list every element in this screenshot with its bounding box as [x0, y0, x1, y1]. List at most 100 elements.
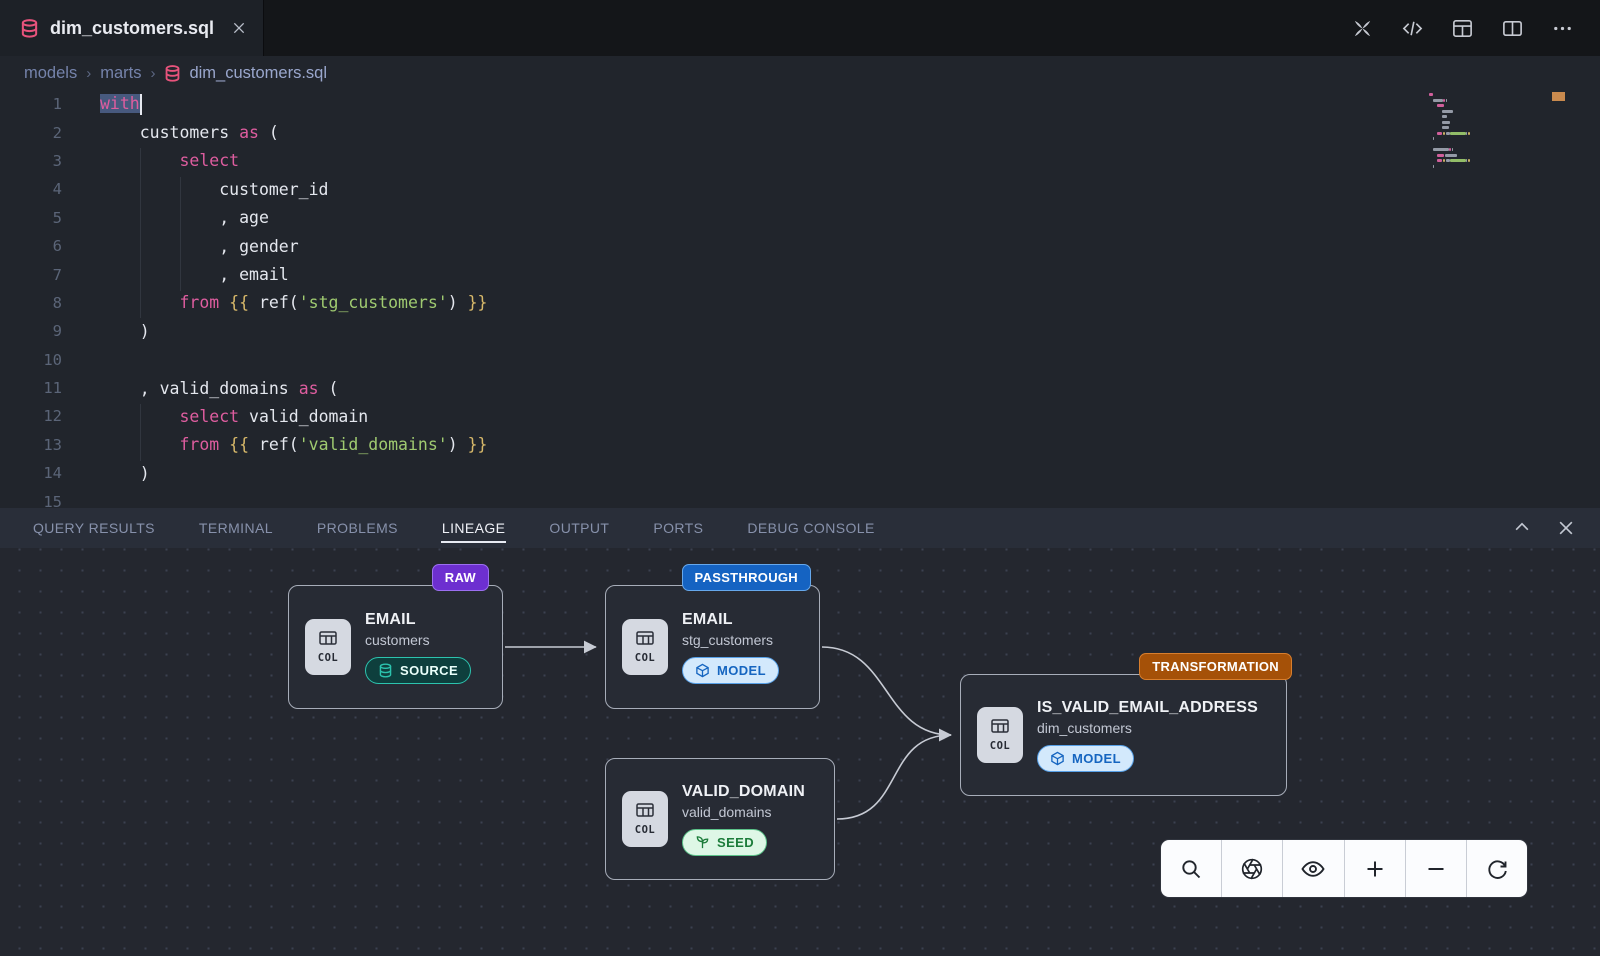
- code-line[interactable]: , valid_domains as (: [100, 379, 338, 398]
- breadcrumb-item-marts[interactable]: marts: [100, 64, 141, 83]
- node-model-name: dim_customers: [1037, 720, 1132, 736]
- editor-line[interactable]: 3 select: [0, 147, 1600, 175]
- editor-line[interactable]: 6 , gender: [0, 232, 1600, 260]
- lineage-zoom-toolbar: [1161, 840, 1527, 897]
- database-icon: [164, 65, 181, 82]
- panel-tab-debug-console[interactable]: DEBUG CONSOLE: [747, 520, 874, 536]
- lineage-node-dim_customers[interactable]: COLIS_VALID_EMAIL_ADDRESSdim_customersMO…: [960, 674, 1287, 796]
- badge-label: MODEL: [717, 663, 766, 678]
- editor-line[interactable]: 15: [0, 487, 1600, 508]
- lineage-node-stg_customers[interactable]: COLEMAILstg_customersMODELPASSTHROUGH: [605, 585, 820, 709]
- column-chip: COL: [305, 619, 351, 675]
- code-icon[interactable]: [1401, 17, 1424, 40]
- code-line[interactable]: from {{ ref('valid_domains') }}: [100, 435, 487, 454]
- editor-line[interactable]: 12 select valid_domain: [0, 402, 1600, 430]
- panel-tab-terminal[interactable]: TERMINAL: [199, 520, 273, 536]
- breadcrumb: models › marts › dim_customers.sql: [0, 56, 1600, 90]
- lineage-tag-raw: RAW: [432, 564, 489, 591]
- lineage-node-customers[interactable]: COLEMAILcustomersSOURCERAW: [288, 585, 503, 709]
- close-panel-icon[interactable]: [1556, 518, 1576, 538]
- line-number: 2: [0, 124, 62, 142]
- indent-guide: [180, 177, 181, 291]
- collapse-panel-icon[interactable]: [1512, 518, 1532, 538]
- panel-tab-problems[interactable]: PROBLEMS: [317, 520, 398, 536]
- search-icon[interactable]: [1161, 840, 1222, 897]
- editor-line[interactable]: 9 ): [0, 317, 1600, 345]
- split-editor-icon[interactable]: [1501, 17, 1524, 40]
- shutter-icon[interactable]: [1222, 840, 1283, 897]
- code-line[interactable]: , age: [100, 208, 269, 227]
- line-number: 3: [0, 152, 62, 170]
- line-number: 10: [0, 351, 62, 369]
- code-line[interactable]: ): [100, 464, 150, 483]
- line-number: 1: [0, 95, 62, 113]
- column-chip: COL: [622, 791, 668, 847]
- tab-close-icon[interactable]: [231, 20, 247, 36]
- line-number: 12: [0, 407, 62, 425]
- query-results-icon[interactable]: [1451, 17, 1474, 40]
- panel-tab-query-results[interactable]: QUERY RESULTS: [33, 520, 155, 536]
- code-line[interactable]: select: [100, 151, 239, 170]
- editor-line[interactable]: 13 from {{ ref('valid_domains') }}: [0, 431, 1600, 459]
- zoom-out-icon[interactable]: [1406, 840, 1467, 897]
- editor-line[interactable]: 4 customer_id: [0, 175, 1600, 203]
- breadcrumb-item-dim_customers-sql[interactable]: dim_customers.sql: [164, 64, 327, 83]
- indent-guide: [140, 148, 141, 318]
- line-number: 15: [0, 493, 62, 508]
- panel-tabs: QUERY RESULTS TERMINAL PROBLEMS LINEAGE OUTP…: [33, 508, 875, 548]
- node-column-name: EMAIL: [365, 611, 416, 629]
- node-model-name: valid_domains: [682, 804, 772, 820]
- editor-line[interactable]: 2 customers as (: [0, 118, 1600, 146]
- panel-tab-lineage[interactable]: LINEAGE: [442, 520, 506, 536]
- minimap[interactable]: [1429, 93, 1537, 176]
- editor-line[interactable]: 14 ): [0, 459, 1600, 487]
- refresh-icon[interactable]: [1467, 840, 1527, 897]
- editor-line[interactable]: 10: [0, 346, 1600, 374]
- lineage-canvas[interactable]: COLEMAILcustomersSOURCERAWCOLEMAILstg_cu…: [0, 548, 1600, 956]
- code-line[interactable]: customer_id: [100, 180, 328, 199]
- tab-dim-customers[interactable]: dim_customers.sql: [0, 0, 264, 56]
- tab-title: dim_customers.sql: [50, 18, 214, 39]
- breadcrumb-item-models[interactable]: models: [24, 64, 77, 83]
- dbt-logo-icon[interactable]: [1351, 17, 1374, 40]
- editor-line[interactable]: 7 , email: [0, 260, 1600, 288]
- line-number: 7: [0, 266, 62, 284]
- column-chip: COL: [977, 707, 1023, 763]
- column-chip-label: COL: [318, 652, 338, 664]
- line-number: 6: [0, 237, 62, 255]
- more-actions-icon[interactable]: [1551, 17, 1574, 40]
- code-line[interactable]: ): [100, 322, 150, 341]
- badge-label: SEED: [717, 835, 754, 850]
- editor-line[interactable]: 11 , valid_domains as (: [0, 374, 1600, 402]
- editor-tab-bar: dim_customers.sql: [0, 0, 1600, 56]
- seed-icon: [695, 835, 710, 850]
- code-line[interactable]: from {{ ref('stg_customers') }}: [100, 293, 487, 312]
- breadcrumb-separator: ›: [150, 65, 155, 82]
- editor-line[interactable]: 5 , age: [0, 204, 1600, 232]
- code-line[interactable]: with: [100, 94, 142, 115]
- lineage-node-valid_domains[interactable]: COLVALID_DOMAINvalid_domainsSEED: [605, 758, 835, 880]
- code-line[interactable]: , gender: [100, 237, 299, 256]
- model-icon: [695, 663, 710, 678]
- editor-line[interactable]: 8 from {{ ref('stg_customers') }}: [0, 289, 1600, 317]
- source-icon: [378, 663, 393, 678]
- badge-label: MODEL: [1072, 751, 1121, 766]
- table-icon: [991, 719, 1009, 736]
- breadcrumb-label: dim_customers.sql: [189, 64, 327, 83]
- breadcrumb-separator: ›: [86, 65, 91, 82]
- zoom-in-icon[interactable]: [1345, 840, 1406, 897]
- code-editor[interactable]: 1with2 customers as (3 select4 customer_…: [0, 90, 1600, 508]
- node-type-badge-model: MODEL: [1037, 745, 1134, 772]
- panel-tab-ports[interactable]: PORTS: [653, 520, 703, 536]
- lineage-tag-transformation: TRANSFORMATION: [1139, 653, 1292, 680]
- code-line[interactable]: , email: [100, 265, 289, 284]
- column-chip: COL: [622, 619, 668, 675]
- column-chip-label: COL: [635, 652, 655, 664]
- eye-icon[interactable]: [1283, 840, 1344, 897]
- panel-tab-output[interactable]: OUTPUT: [549, 520, 609, 536]
- code-line[interactable]: customers as (: [100, 123, 279, 142]
- column-chip-label: COL: [990, 740, 1010, 752]
- node-model-name: stg_customers: [682, 632, 773, 648]
- editor-line[interactable]: 1 with: [0, 90, 1600, 118]
- line-number: 14: [0, 464, 62, 482]
